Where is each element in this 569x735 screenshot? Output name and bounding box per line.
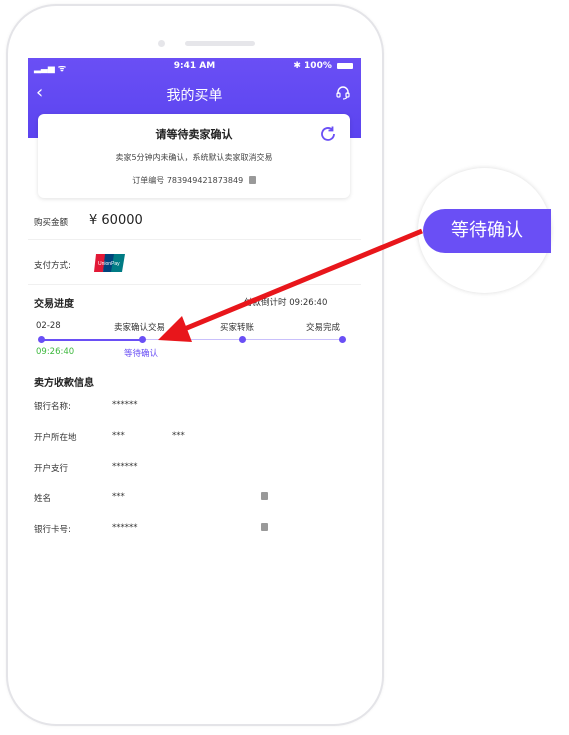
bank-branch-value: ******: [112, 462, 138, 472]
progress-step-2: 买家转账: [220, 323, 255, 333]
bank-branch-label: 开户支行: [34, 464, 69, 474]
countdown-text: 付款倒计时 09:26:40: [244, 298, 328, 308]
speaker-grille: [185, 41, 255, 46]
camera-icon: [158, 40, 165, 47]
progress-timeline: [28, 336, 361, 343]
svg-text:UnionPay: UnionPay: [98, 261, 120, 267]
app-screen: ▂▃▅ ᯤ 9:41 AM ✱ 100% ‹ 我的买单 请等待卖家确认 卖家5分…: [28, 58, 361, 646]
bank-location-city: ***: [172, 431, 185, 441]
progress-dot: [339, 336, 346, 343]
divider: [28, 284, 361, 285]
order-number-text: 订单编号 783949421873849: [132, 176, 244, 185]
progress-time: 09:26:40: [36, 347, 75, 357]
progress-title: 交易进度: [34, 299, 74, 310]
amount-value: ¥ 60000: [89, 213, 143, 228]
progress-step-3: 交易完成: [306, 323, 341, 333]
status-description: 卖家5分钟内未确认，系统默认卖家取消交易: [115, 153, 273, 162]
customer-service-icon[interactable]: [335, 85, 351, 101]
card-number-value: ******: [112, 523, 138, 533]
status-title: 请等待卖家确认: [155, 128, 233, 141]
battery-indicator: ✱ 100%: [293, 61, 353, 71]
unionpay-logo-icon: UnionPay: [94, 254, 125, 272]
page-title: 我的买单: [166, 88, 223, 104]
card-number-label: 银行卡号:: [34, 525, 71, 535]
amount-label: 购买金额: [34, 218, 69, 228]
status-bar: ▂▃▅ ᯤ 9:41 AM ✱ 100%: [28, 60, 361, 74]
progress-step-1: 卖家确认交易: [114, 323, 166, 333]
progress-dot: [239, 336, 246, 343]
divider: [28, 239, 361, 240]
bank-name-value: ******: [112, 400, 138, 410]
payment-label: 支付方式:: [34, 261, 71, 271]
progress-dot: [139, 336, 146, 343]
callout-label: 等待确认: [423, 209, 551, 253]
battery-text: 100%: [304, 61, 332, 71]
nav-bar: ‹ 我的买单: [28, 80, 361, 110]
bank-location-label: 开户所在地: [34, 433, 77, 443]
copy-icon[interactable]: [261, 492, 268, 500]
status-card: 请等待卖家确认 卖家5分钟内未确认，系统默认卖家取消交易 订单编号 783949…: [38, 114, 350, 198]
progress-date: 02-28: [36, 321, 61, 331]
bank-name-label: 银行名称:: [34, 402, 71, 412]
progress-dot: [38, 336, 45, 343]
battery-icon: [337, 62, 353, 69]
bluetooth-icon: ✱: [293, 61, 301, 71]
progress-current-status: 等待确认: [124, 349, 159, 359]
bank-location-province: ***: [112, 431, 125, 441]
refresh-icon[interactable]: [318, 124, 338, 144]
seller-info-title: 卖方收款信息: [34, 378, 94, 389]
name-value: ***: [112, 492, 125, 502]
progress-line-done: [40, 339, 142, 341]
name-label: 姓名: [34, 494, 52, 504]
copy-icon[interactable]: [248, 176, 256, 184]
copy-icon[interactable]: [261, 523, 268, 531]
order-number: 订单编号 783949421873849: [38, 175, 350, 186]
